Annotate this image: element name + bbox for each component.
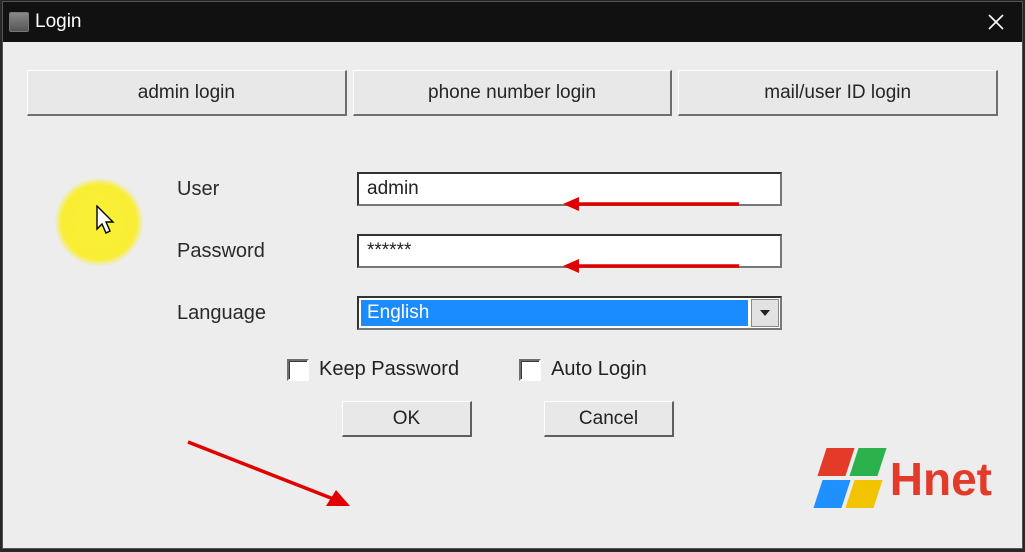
login-form: User Password Language English <box>177 172 998 437</box>
language-dropdown-button[interactable] <box>751 299 779 327</box>
language-label: Language <box>177 302 357 325</box>
cursor-highlight <box>55 178 143 266</box>
cursor-icon <box>96 205 120 237</box>
language-value: English <box>361 300 748 326</box>
auto-login-checkbox[interactable]: Auto Login <box>519 358 647 381</box>
close-button[interactable] <box>976 2 1016 42</box>
password-input[interactable] <box>357 234 782 268</box>
annotation-arrow-ok <box>178 432 358 517</box>
close-icon <box>988 14 1004 30</box>
auto-login-label: Auto Login <box>551 358 647 381</box>
password-label: Password <box>177 240 357 263</box>
tab-phone-login[interactable]: phone number login <box>353 70 673 116</box>
login-window: Login admin login phone number login mai… <box>2 1 1023 549</box>
hnet-logo: Hnet <box>818 448 992 510</box>
ok-button[interactable]: OK <box>342 401 472 437</box>
logo-text: Hnet <box>890 452 992 506</box>
checkbox-box <box>519 359 541 381</box>
user-input[interactable] <box>357 172 782 206</box>
keep-password-label: Keep Password <box>319 358 459 381</box>
checkbox-box <box>287 359 309 381</box>
user-label: User <box>177 178 357 201</box>
tab-mail-login[interactable]: mail/user ID login <box>678 70 998 116</box>
keep-password-checkbox[interactable]: Keep Password <box>287 358 459 381</box>
window-title: Login <box>35 11 82 33</box>
client-area: admin login phone number login mail/user… <box>3 42 1022 548</box>
login-tabs: admin login phone number login mail/user… <box>27 70 998 116</box>
chevron-down-icon <box>760 310 770 316</box>
logo-icon <box>818 448 880 510</box>
titlebar: Login <box>3 2 1022 42</box>
tab-admin-login[interactable]: admin login <box>27 70 347 116</box>
cancel-button[interactable]: Cancel <box>544 401 674 437</box>
language-select[interactable]: English <box>357 296 782 330</box>
app-icon <box>9 12 29 32</box>
